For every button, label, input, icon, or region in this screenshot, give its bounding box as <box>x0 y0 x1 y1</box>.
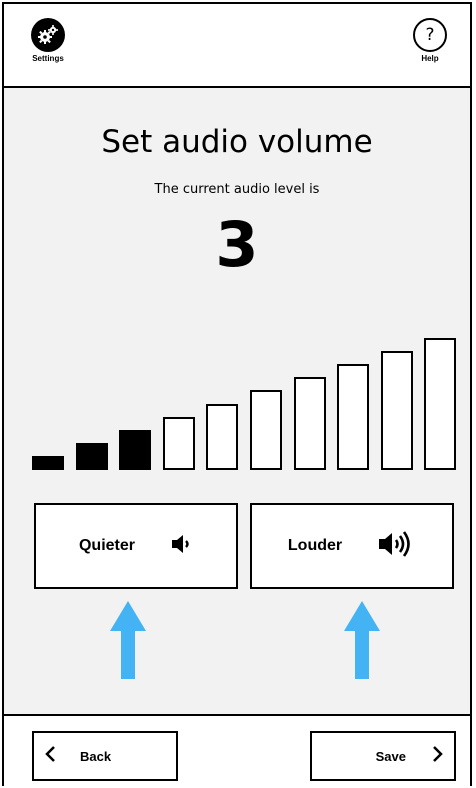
level-caption: The current audio level is <box>154 182 320 197</box>
volume-bar <box>293 377 326 470</box>
back-label: Back <box>80 748 112 764</box>
settings-label: Settings <box>32 54 64 63</box>
help-icon: ? <box>413 18 447 52</box>
help-button[interactable]: ? Help <box>408 18 452 63</box>
speaker-low-icon <box>169 532 193 561</box>
page-title: Set audio volume <box>101 124 373 160</box>
app-frame: Settings ? Help Set audio volume The cur… <box>2 2 472 786</box>
settings-button[interactable]: Settings <box>26 18 70 63</box>
volume-bar <box>337 364 370 470</box>
header-bar: Settings ? Help <box>4 4 470 88</box>
louder-button[interactable]: Louder <box>250 503 454 589</box>
louder-label: Louder <box>287 537 343 554</box>
help-label: Help <box>421 54 439 63</box>
chevron-right-icon <box>432 745 444 768</box>
volume-bar <box>75 442 108 470</box>
arrow-up-icon <box>110 601 146 684</box>
gears-icon <box>31 18 65 52</box>
chevron-left-icon <box>44 745 56 768</box>
save-button[interactable]: Save <box>310 731 456 781</box>
back-button[interactable]: Back <box>32 731 178 781</box>
volume-bar <box>206 403 239 470</box>
current-level-value: 3 <box>215 208 259 281</box>
volume-bar <box>424 338 457 470</box>
save-label: Save <box>375 748 406 764</box>
volume-bar <box>162 416 195 470</box>
volume-bar <box>119 429 152 470</box>
volume-bar <box>250 390 282 470</box>
footer-bar: Back Save <box>4 714 470 786</box>
volume-bar <box>380 351 413 470</box>
quieter-label: Quieter <box>78 537 135 554</box>
quieter-button[interactable]: Quieter <box>34 503 238 589</box>
help-glyph: ? <box>425 25 435 45</box>
arrow-up-icon <box>344 601 380 684</box>
volume-bar <box>32 456 64 470</box>
speaker-high-icon <box>376 529 416 564</box>
